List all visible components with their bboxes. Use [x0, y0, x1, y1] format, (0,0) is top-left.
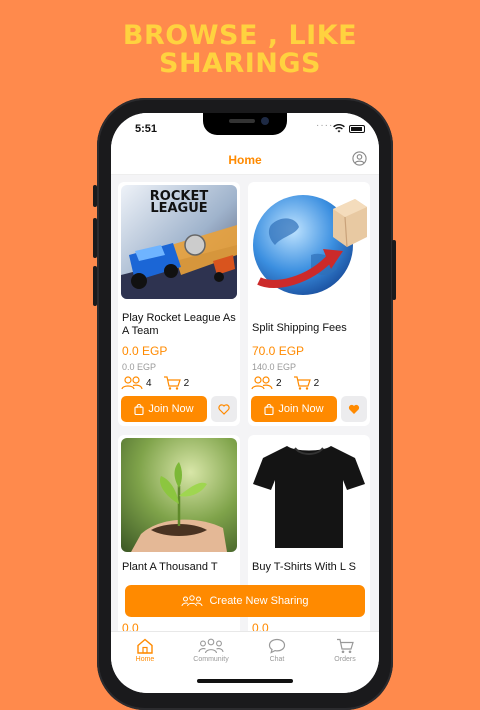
battery-icon [349, 125, 365, 133]
members-count: 4 [146, 377, 152, 389]
cart-count: 2 [313, 377, 320, 389]
headline-line-2: SHARINGS [159, 48, 321, 79]
sharing-title: Play Rocket League As A Team [122, 312, 236, 337]
phone-mute-switch [93, 185, 97, 207]
headline-line-1: BROWSE , LIKE [122, 20, 358, 51]
phone-power-button [392, 240, 396, 300]
community-icon [198, 638, 224, 654]
join-now-button[interactable]: Join Now [121, 396, 207, 422]
home-indicator[interactable] [197, 679, 293, 683]
sharing-old-price: 140.0 EGP [252, 362, 297, 372]
notch-speaker [229, 119, 255, 123]
sharing-image-tshirt [251, 438, 367, 552]
create-new-sharing-button[interactable]: Create New Sharing [125, 585, 365, 617]
heart-outline-icon [218, 403, 230, 415]
rocket-league-logo: ROCKET LEAGUE [149, 189, 209, 216]
shopping-bag-icon [134, 403, 144, 415]
shopping-bag-icon [264, 403, 274, 415]
sharing-image-shipping [251, 185, 367, 299]
members-icon [251, 376, 273, 390]
status-time: 5:51 [135, 123, 158, 135]
join-now-button[interactable]: Join Now [251, 396, 337, 422]
sharing-price: 0.0 EGP [122, 344, 168, 358]
tab-community[interactable]: Community [181, 638, 241, 663]
sharing-price: 70.0 EGP [252, 344, 305, 358]
create-new-sharing-label: Create New Sharing [209, 595, 309, 607]
wifi-icon [333, 124, 345, 133]
promo-headline: BROWSE , LIKE SHARINGS [0, 22, 480, 78]
sharing-image-plant [121, 438, 237, 552]
tab-chat[interactable]: Chat [247, 638, 307, 663]
app-screen: 5:51 ···· Home ROCKET LEAGUE Play Rocket… [111, 113, 379, 693]
join-now-label: Join Now [148, 403, 194, 415]
heart-filled-icon [348, 404, 360, 414]
sharing-title: Buy T-Shirts With L S [252, 561, 356, 573]
sharing-title: Plant A Thousand T [122, 561, 218, 573]
cart-icon [293, 376, 311, 390]
signal-icon: ···· [316, 120, 334, 131]
join-now-label: Join Now [278, 403, 324, 415]
sharings-grid: ROCKET LEAGUE Play Rocket League As A Tea… [111, 177, 379, 637]
home-icon [137, 638, 153, 654]
tab-orders[interactable]: Orders [315, 638, 375, 663]
sharing-title: Split Shipping Fees [252, 322, 347, 334]
sharing-card[interactable]: ROCKET LEAGUE Play Rocket League As A Tea… [118, 182, 240, 426]
sharing-stats: 4 2 [121, 375, 197, 391]
chat-icon [268, 638, 286, 654]
bottom-tab-bar: Home Community Chat Orders [111, 631, 379, 693]
sharing-image-rocket-league: ROCKET LEAGUE [121, 185, 237, 299]
phone-volume-up [93, 218, 97, 258]
like-button[interactable] [341, 396, 367, 422]
profile-icon[interactable] [352, 151, 367, 166]
sharing-old-price: 0.0 EGP [122, 362, 157, 372]
cart-icon [163, 376, 181, 390]
top-nav-bar: Home [111, 143, 379, 175]
members-count: 2 [276, 377, 282, 389]
sharing-card[interactable]: Split Shipping Fees 70.0 EGP 140.0 EGP 2… [248, 182, 370, 426]
tab-home-label: Home [135, 656, 155, 663]
cart-icon [337, 638, 354, 654]
members-icon [121, 376, 143, 390]
phone-volume-down [93, 266, 97, 306]
page-title: Home [228, 153, 262, 167]
phone-notch [203, 113, 287, 135]
sharing-stats: 2 2 [251, 375, 327, 391]
tab-community-label: Community [193, 656, 229, 663]
like-button[interactable] [211, 396, 237, 422]
tab-chat-label: Chat [269, 656, 285, 663]
community-icon [181, 595, 203, 607]
tab-home[interactable]: Home [115, 638, 175, 663]
cart-count: 2 [183, 377, 190, 389]
notch-camera [261, 117, 269, 125]
tab-orders-label: Orders [334, 656, 356, 663]
